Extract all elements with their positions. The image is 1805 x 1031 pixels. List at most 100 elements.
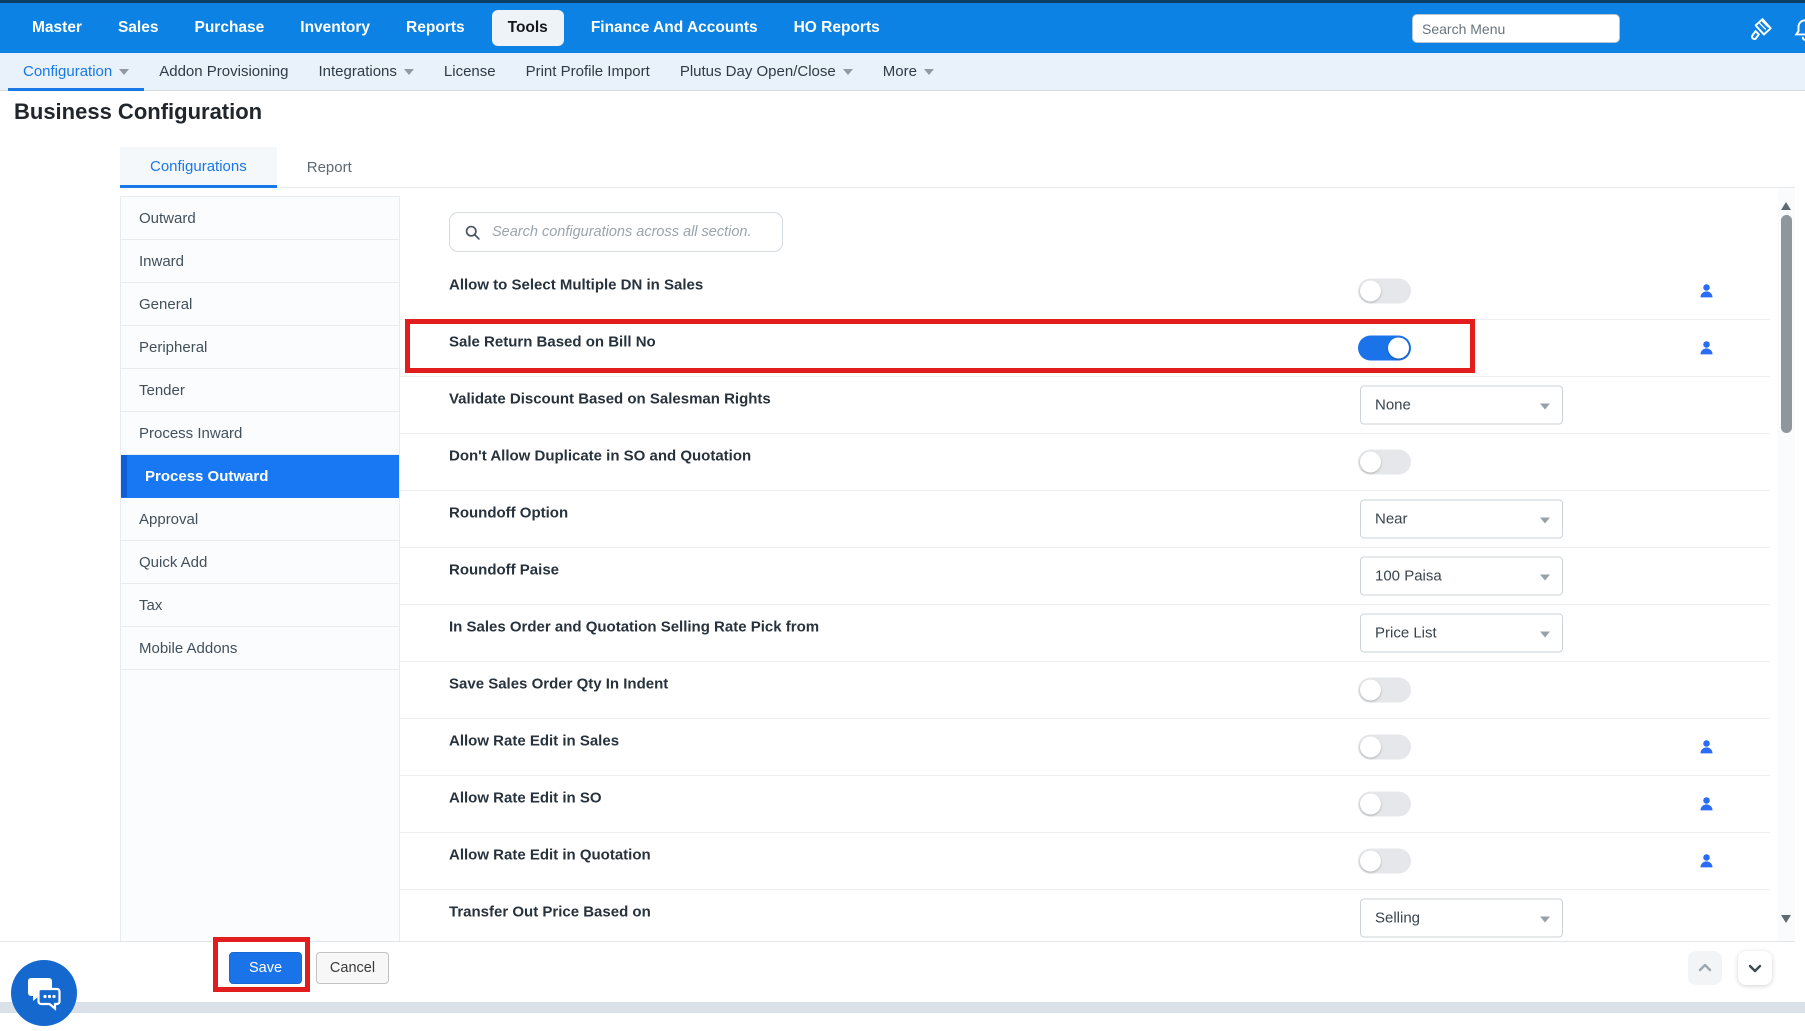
setting-toggle[interactable] xyxy=(1358,677,1411,703)
subnav-item-configuration[interactable]: Configuration xyxy=(8,53,145,91)
theme-brush-icon[interactable] xyxy=(1748,16,1774,42)
sidebar-item-mobile-addons[interactable]: Mobile Addons xyxy=(121,627,399,670)
chevron-down-icon xyxy=(1748,964,1762,973)
topnav-item-reports[interactable]: Reports xyxy=(388,19,483,37)
topnav-item-sales[interactable]: Sales xyxy=(100,19,177,37)
search-configurations-input[interactable] xyxy=(449,212,783,252)
user-permission-icon[interactable] xyxy=(1698,739,1715,756)
sidebar-item-process-outward[interactable]: Process Outward xyxy=(121,455,399,498)
subnav-item-more[interactable]: More xyxy=(868,53,949,90)
search-menu-input[interactable] xyxy=(1412,14,1620,43)
setting-select[interactable]: 100 Paisa xyxy=(1360,556,1563,596)
subnav-item-label: License xyxy=(443,63,496,80)
setting-toggle[interactable] xyxy=(1358,848,1411,874)
window-bottom-edge xyxy=(0,1002,1805,1013)
chevron-down-icon xyxy=(842,68,853,75)
sidebar-item-tax[interactable]: Tax xyxy=(121,584,399,627)
top-menu: Master Sales Purchase Inventory Reports Tools… xyxy=(14,3,898,53)
chat-bubbles-icon xyxy=(28,978,61,1011)
user-permission-icon[interactable] xyxy=(1698,796,1715,813)
subnav-item-plutus-day-open-close[interactable]: Plutus Day Open/Close xyxy=(665,53,868,90)
sidebar-item-outward[interactable]: Outward xyxy=(121,197,399,240)
setting-row: Allow Rate Edit in Sales xyxy=(400,719,1770,776)
toggle-knob xyxy=(1360,850,1381,872)
sidebar-item-peripheral[interactable]: Peripheral xyxy=(121,326,399,369)
setting-label: Save Sales Order Qty In Indent xyxy=(449,675,669,693)
toggle-knob xyxy=(1360,679,1381,701)
tools-sub-navigation: Configuration Addon Provisioning Integrati… xyxy=(0,53,1805,91)
topnav-item-inventory[interactable]: Inventory xyxy=(282,19,388,37)
setting-label: Allow to Select Multiple DN in Sales xyxy=(449,276,704,294)
scrollbar-thumb[interactable] xyxy=(1781,215,1792,433)
configuration-tabs: Configurations Report xyxy=(120,147,382,188)
setting-row: Roundoff Paise 100 Paisa xyxy=(400,548,1770,605)
scroll-up-arrow-icon[interactable] xyxy=(1781,202,1791,210)
setting-toggle[interactable] xyxy=(1358,335,1411,361)
toggle-knob xyxy=(1360,793,1381,815)
sidebar-item-approval[interactable]: Approval xyxy=(121,498,399,541)
tab-configurations[interactable]: Configurations xyxy=(120,147,277,188)
settings-list: Allow to Select Multiple DN in Sales Sale… xyxy=(400,263,1770,947)
topnav-item-master[interactable]: Master xyxy=(14,19,100,37)
cancel-button[interactable]: Cancel xyxy=(316,952,389,984)
user-permission-icon[interactable] xyxy=(1698,340,1715,357)
top-navigation-bar: Master Sales Purchase Inventory Reports Tools… xyxy=(0,3,1805,53)
topnav-item-ho-reports[interactable]: HO Reports xyxy=(776,19,898,37)
save-button[interactable]: Save xyxy=(229,952,302,984)
chevron-down-icon xyxy=(119,68,130,75)
setting-row: Allow Rate Edit in SO xyxy=(400,776,1770,833)
subnav-item-label: Addon Provisioning xyxy=(159,63,289,80)
setting-row: Transfer Out Price Based on Selling xyxy=(400,890,1770,947)
topnav-item-purchase[interactable]: Purchase xyxy=(176,19,282,37)
subnav-item-integrations[interactable]: Integrations xyxy=(304,53,429,90)
sidebar-item-quick-add[interactable]: Quick Add xyxy=(121,541,399,584)
toggle-knob xyxy=(1360,280,1381,302)
topnav-item-finance-and-accounts[interactable]: Finance And Accounts xyxy=(573,19,776,37)
tab-report[interactable]: Report xyxy=(277,147,382,188)
setting-select[interactable]: Selling xyxy=(1360,898,1563,938)
notifications-bell-icon[interactable] xyxy=(1792,16,1805,42)
setting-toggle[interactable] xyxy=(1358,278,1411,304)
setting-label: Allow Rate Edit in Sales xyxy=(449,732,620,750)
sidebar-item-inward[interactable]: Inward xyxy=(121,240,399,283)
subnav-item-license[interactable]: License xyxy=(429,53,511,90)
setting-toggle[interactable] xyxy=(1358,791,1411,817)
sidebar-item-general[interactable]: General xyxy=(121,283,399,326)
select-value: None xyxy=(1375,396,1411,414)
setting-select[interactable]: Price List xyxy=(1360,613,1563,653)
setting-row: Allow Rate Edit in Quotation xyxy=(400,833,1770,890)
setting-label: Roundoff Option xyxy=(449,504,569,522)
setting-label: Allow Rate Edit in SO xyxy=(449,789,602,807)
select-value: Near xyxy=(1375,510,1408,528)
setting-row: Validate Discount Based on Salesman Righ… xyxy=(400,377,1770,434)
setting-label: Validate Discount Based on Salesman Righ… xyxy=(449,390,771,408)
chat-widget-button[interactable] xyxy=(11,960,77,1026)
configuration-sections-sidebar: Outward Inward General Peripheral Tender Proc… xyxy=(120,196,400,941)
topnav-item-tools[interactable]: Tools xyxy=(491,10,564,46)
setting-select[interactable]: None xyxy=(1360,385,1563,425)
setting-label: Don't Allow Duplicate in SO and Quotatio… xyxy=(449,447,752,465)
setting-label: Sale Return Based on Bill No xyxy=(449,333,656,351)
user-permission-icon[interactable] xyxy=(1698,283,1715,300)
setting-label: Transfer Out Price Based on xyxy=(449,903,651,921)
setting-toggle[interactable] xyxy=(1358,734,1411,760)
chevron-down-icon xyxy=(1540,517,1550,523)
toggle-knob xyxy=(1360,736,1381,758)
toggle-knob xyxy=(1360,451,1381,473)
setting-select[interactable]: Near xyxy=(1360,499,1563,539)
vertical-scrollbar[interactable] xyxy=(1778,188,1795,941)
chevron-down-icon xyxy=(403,68,414,75)
page-down-button[interactable] xyxy=(1738,951,1772,985)
page-up-button[interactable] xyxy=(1688,951,1722,985)
chevron-down-icon xyxy=(923,68,934,75)
sidebar-item-process-inward[interactable]: Process Inward xyxy=(121,412,399,455)
scroll-down-arrow-icon[interactable] xyxy=(1781,915,1791,923)
subnav-item-print-profile-import[interactable]: Print Profile Import xyxy=(511,53,665,90)
setting-row: Sale Return Based on Bill No xyxy=(400,320,1770,377)
sidebar-item-tender[interactable]: Tender xyxy=(121,369,399,412)
user-permission-icon[interactable] xyxy=(1698,853,1715,870)
subnav-item-label: Integrations xyxy=(318,63,397,80)
setting-toggle[interactable] xyxy=(1358,449,1411,475)
subnav-item-addon-provisioning[interactable]: Addon Provisioning xyxy=(144,53,303,90)
setting-row: Don't Allow Duplicate in SO and Quotatio… xyxy=(400,434,1770,491)
